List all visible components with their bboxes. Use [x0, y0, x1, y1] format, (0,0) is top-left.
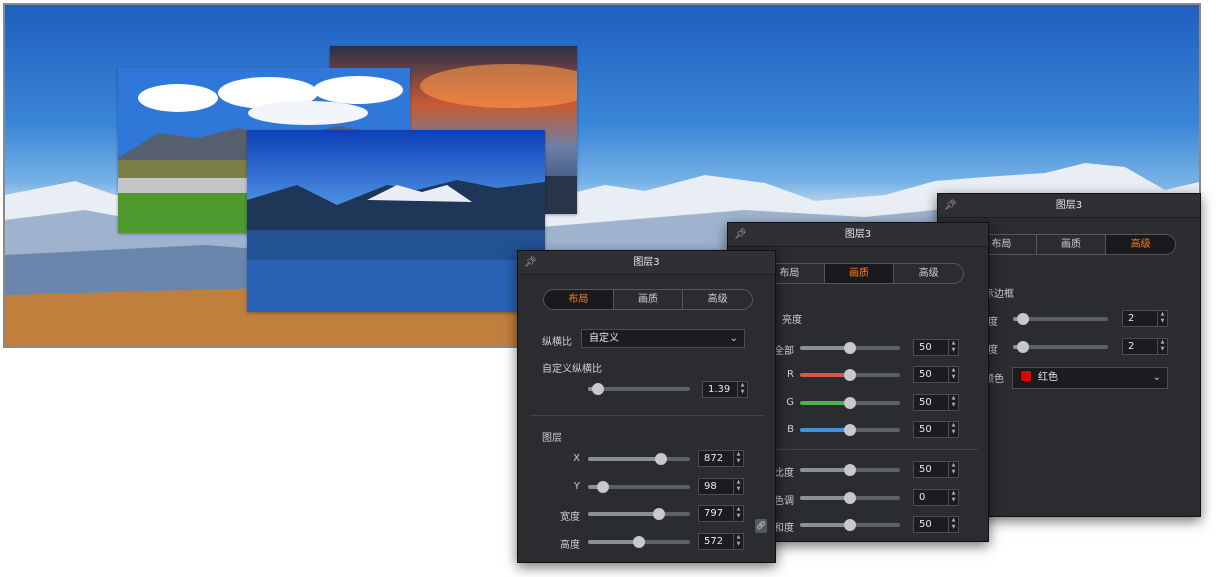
screenshot-stage: 📌︎ 图层3 布局 画质 高级 示边框 度 2 ▲ ▼ 度 2 ▲ ▼ 颜色 红色 ⌄ …	[0, 0, 1216, 577]
saturation-slider[interactable]	[800, 519, 900, 531]
chevron-down-icon: ⌄	[1152, 372, 1161, 383]
border-height-label: 度	[988, 345, 998, 356]
contrast-slider[interactable]	[800, 464, 900, 476]
hue-slider[interactable]	[800, 492, 900, 504]
x-label: X	[573, 453, 580, 464]
green-input[interactable]: 50 ▲ ▼	[913, 394, 959, 411]
tab-quality[interactable]: 画质	[823, 264, 894, 283]
border-width-input[interactable]: 2 ▲ ▼	[1122, 310, 1168, 327]
red-input[interactable]: 50 ▲ ▼	[913, 366, 959, 383]
height-label: 高度	[560, 540, 580, 551]
custom-aspect-slider[interactable]	[588, 383, 690, 395]
pin-icon[interactable]: 📌︎	[944, 194, 957, 218]
tab-quality[interactable]: 画质	[1035, 235, 1106, 254]
x-slider[interactable]	[588, 453, 690, 465]
layer-panel-layout: 📌︎ 图层3 布局 画质 高级 纵横比 自定义 ⌄ 自定义纵横比 1.39 ▲ ▼ …	[517, 250, 776, 563]
brightness-label: 亮度	[782, 315, 802, 326]
brightness-all-slider[interactable]	[800, 342, 900, 354]
border-height-slider[interactable]	[1013, 341, 1108, 353]
width-input[interactable]: 797 ▲ ▼	[698, 505, 744, 522]
layer-section-label: 图层	[542, 433, 562, 444]
y-input[interactable]: 98 ▲ ▼	[698, 478, 744, 495]
y-label: Y	[573, 481, 580, 492]
pin-icon[interactable]: 📌︎	[524, 251, 537, 275]
x-input[interactable]: 872 ▲ ▼	[698, 450, 744, 467]
panel-title: 图层3	[633, 257, 660, 268]
blue-input[interactable]: 50 ▲ ▼	[913, 421, 959, 438]
tab-advanced[interactable]: 高级	[1105, 235, 1175, 254]
width-slider[interactable]	[588, 508, 690, 520]
hue-input[interactable]: 0 ▲ ▼	[913, 489, 959, 506]
panel-title: 图层3	[1055, 200, 1083, 211]
aspect-ratio-label: 纵横比	[542, 337, 572, 348]
green-slider[interactable]	[800, 397, 900, 409]
border-width-slider[interactable]	[1013, 313, 1108, 325]
border-height-input[interactable]: 2 ▲ ▼	[1122, 338, 1168, 355]
divider	[530, 415, 764, 416]
lake-layer-image[interactable]	[247, 130, 545, 312]
saturation-input[interactable]: 50 ▲ ▼	[913, 516, 959, 533]
border-width-label: 度	[988, 317, 998, 328]
aspect-ratio-select[interactable]: 自定义 ⌄	[581, 329, 745, 348]
width-label: 宽度	[560, 512, 580, 523]
panel-tabs: 布局 画质 高级	[754, 263, 964, 284]
panel-title-bar[interactable]: 📌︎ 图层3	[518, 251, 775, 275]
tab-quality[interactable]: 画质	[612, 290, 683, 309]
chevron-down-icon: ⌄	[729, 333, 738, 344]
pin-icon[interactable]: 📌︎	[734, 223, 747, 247]
lock-aspect-icon[interactable]: 🔗︎	[755, 519, 767, 533]
tab-advanced[interactable]: 高级	[893, 264, 963, 283]
tab-layout[interactable]: 布局	[544, 290, 613, 309]
panel-title: 图层3	[844, 229, 872, 240]
custom-aspect-label: 自定义纵横比	[542, 364, 602, 375]
border-color-select[interactable]: 红色 ⌄	[1012, 367, 1168, 389]
panel-tabs: 布局 画质 高级	[966, 234, 1176, 255]
color-swatch	[1020, 370, 1032, 382]
custom-aspect-input[interactable]: 1.39 ▲ ▼	[702, 381, 748, 398]
height-slider[interactable]	[588, 536, 690, 548]
brightness-all-input[interactable]: 50 ▲ ▼	[913, 339, 959, 356]
panel-title-bar[interactable]: 📌︎ 图层3	[728, 223, 988, 247]
divider	[768, 449, 978, 450]
y-slider[interactable]	[588, 481, 690, 493]
height-input[interactable]: 572 ▲ ▼	[698, 533, 744, 550]
red-slider[interactable]	[800, 369, 900, 381]
blue-slider[interactable]	[800, 424, 900, 436]
contrast-input[interactable]: 50 ▲ ▼	[913, 461, 959, 478]
panel-tabs: 布局 画质 高级	[543, 289, 753, 310]
panel-title-bar[interactable]: 📌︎ 图层3	[938, 194, 1200, 218]
tab-advanced[interactable]: 高级	[682, 290, 752, 309]
